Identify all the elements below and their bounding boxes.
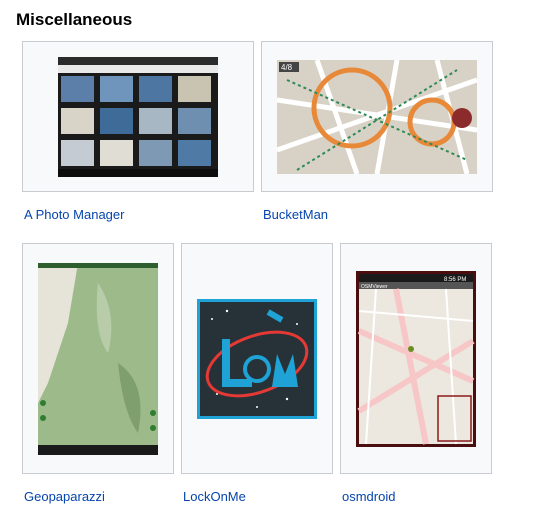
section-title: Miscellaneous: [16, 10, 133, 29]
osmdroid-screenshot[interactable]: 8:56 PM OSMViewer: [356, 270, 476, 447]
app-link-lockonme[interactable]: LockOnMe: [183, 489, 246, 504]
lockonme-logo[interactable]: [197, 298, 317, 419]
app-tile-a-photo-manager[interactable]: [22, 41, 254, 192]
app-link-osmdroid[interactable]: osmdroid: [342, 489, 395, 504]
a-photo-manager-screenshot[interactable]: [58, 56, 218, 177]
bucketman-zoom-label: 4/8: [281, 63, 293, 72]
bucketman-screenshot[interactable]: 4/8: [277, 59, 477, 174]
app-link-geopaparazzi[interactable]: Geopaparazzi: [24, 489, 105, 504]
app-tile-geopaparazzi[interactable]: [22, 243, 174, 474]
app-tile-bucketman[interactable]: 4/8: [261, 41, 493, 192]
app-tile-lockonme[interactable]: [181, 243, 333, 474]
app-link-a-photo-manager[interactable]: A Photo Manager: [24, 207, 124, 222]
app-link-bucketman[interactable]: BucketMan: [263, 207, 328, 222]
geopaparazzi-screenshot[interactable]: [38, 262, 158, 455]
app-tile-osmdroid[interactable]: 8:56 PM OSMViewer: [340, 243, 492, 474]
